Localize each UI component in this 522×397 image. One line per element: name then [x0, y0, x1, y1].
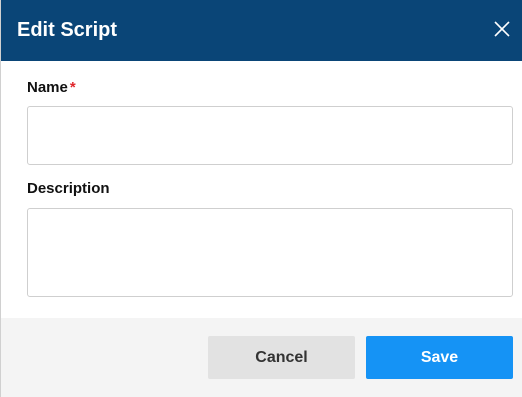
dialog-title: Edit Script	[17, 19, 118, 41]
close-icon	[494, 21, 510, 37]
edit-script-dialog: Edit Script Name * Description Cancel Sav…	[0, 0, 522, 397]
description-label: Description	[27, 180, 110, 197]
close-button[interactable]	[489, 16, 515, 42]
dialog-footer: Cancel Save	[1, 318, 522, 397]
name-label: Name *	[27, 79, 76, 97]
name-label-text: Name	[27, 79, 68, 96]
required-marker: *	[69, 79, 76, 96]
name-input[interactable]	[27, 106, 513, 165]
description-textarea[interactable]	[27, 208, 513, 297]
cancel-button[interactable]: Cancel	[208, 336, 355, 379]
dialog-header: Edit Script	[1, 0, 522, 61]
save-button[interactable]: Save	[366, 336, 513, 379]
